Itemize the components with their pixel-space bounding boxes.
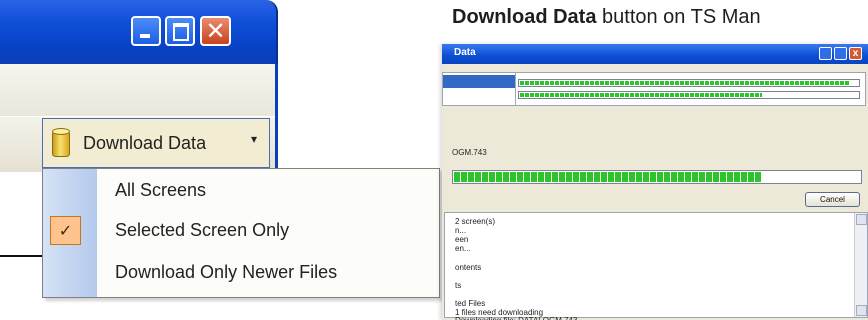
menubar bbox=[0, 64, 275, 117]
log-line: ts bbox=[455, 281, 462, 290]
progress-bar-file bbox=[452, 170, 862, 184]
log-line: ontents bbox=[455, 263, 482, 272]
screens-list[interactable] bbox=[442, 72, 866, 106]
menu-item-label: All Screens bbox=[115, 180, 207, 200]
caption-text: Download Data button on TS Man bbox=[452, 6, 761, 29]
download-data-label: Download Data bbox=[83, 133, 207, 153]
close-button[interactable]: x bbox=[849, 47, 862, 60]
dialog-title: Data bbox=[454, 47, 476, 58]
close-icon: x bbox=[852, 48, 859, 59]
progress-fill bbox=[454, 172, 761, 182]
scrollbar[interactable] bbox=[854, 213, 867, 317]
log-line: en... bbox=[455, 244, 471, 253]
progress-bar-screen-1 bbox=[518, 79, 860, 87]
checkmark-icon: ✓ bbox=[58, 221, 73, 240]
progress-bar-screen-2 bbox=[518, 91, 860, 99]
database-icon bbox=[52, 128, 70, 158]
column-divider bbox=[515, 73, 516, 105]
log-line: ted Files bbox=[455, 299, 486, 308]
menu-item-all-screens[interactable]: All Screens bbox=[43, 171, 439, 211]
maximize-button[interactable] bbox=[165, 16, 195, 46]
progress-fill bbox=[520, 81, 849, 85]
window-titlebar: ✕ bbox=[0, 0, 278, 64]
dialog-titlebar: Data x bbox=[442, 44, 868, 64]
close-button[interactable]: ✕ bbox=[200, 16, 231, 46]
download-dialog: Data x OGM.743 Cancel 2 screen(s) n... een… bbox=[442, 44, 868, 320]
log-line: een bbox=[455, 235, 469, 244]
menu-item-label: Selected Screen Only bbox=[115, 220, 290, 240]
caption-bold: Download Data bbox=[452, 6, 597, 28]
minimize-button[interactable] bbox=[819, 47, 832, 60]
checkmark-box: ✓ bbox=[50, 216, 81, 245]
scroll-up-icon[interactable] bbox=[856, 214, 867, 225]
progress-fill bbox=[520, 93, 762, 97]
download-dropdown-menu: All Screens ✓ Selected Screen Only Downl… bbox=[42, 168, 440, 298]
current-file-label: OGM.743 bbox=[452, 148, 487, 157]
caption-rest: button on TS Man bbox=[596, 6, 761, 28]
selected-row[interactable] bbox=[443, 75, 515, 88]
download-data-button[interactable]: Download Data ▾ bbox=[42, 118, 270, 168]
chevron-down-icon[interactable]: ▾ bbox=[251, 132, 257, 146]
log-line: 2 screen(s) bbox=[455, 217, 496, 226]
menu-item-download-only-newer[interactable]: Download Only Newer Files bbox=[43, 253, 439, 293]
cancel-button[interactable]: Cancel bbox=[805, 192, 860, 207]
scroll-down-icon[interactable] bbox=[856, 305, 867, 316]
minimize-button[interactable] bbox=[131, 16, 161, 46]
menu-item-label: Download Only Newer Files bbox=[115, 262, 338, 282]
log-line: Downloading file: DATALOGM.743 bbox=[455, 316, 577, 320]
divider-line bbox=[0, 255, 42, 257]
log-panel: 2 screen(s) n... een en... ontents ts ted File… bbox=[444, 212, 868, 320]
maximize-button[interactable] bbox=[834, 47, 847, 60]
log-line: n... bbox=[455, 226, 467, 235]
menu-item-selected-screen-only[interactable]: ✓ Selected Screen Only bbox=[43, 211, 439, 251]
close-icon: ✕ bbox=[205, 17, 226, 45]
